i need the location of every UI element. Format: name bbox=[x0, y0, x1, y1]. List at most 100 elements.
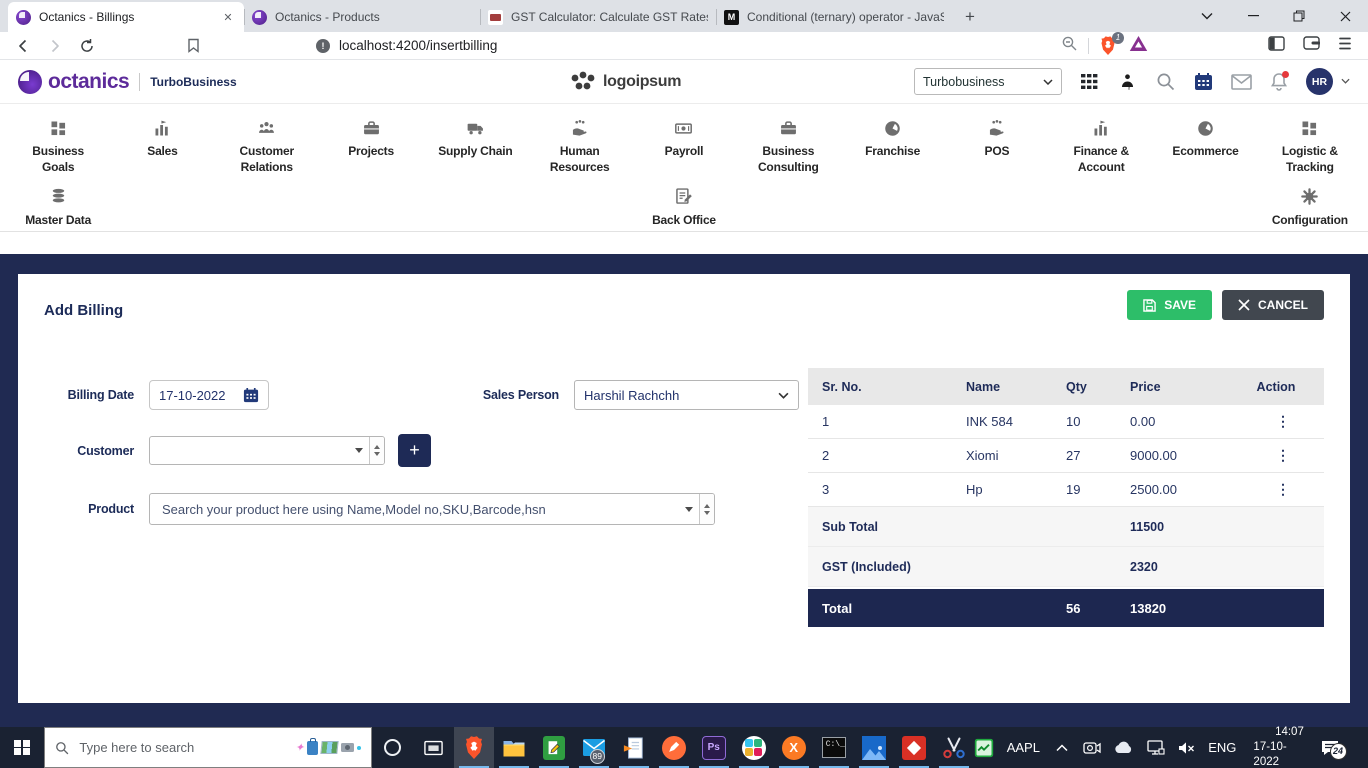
nav-item-business-consulting[interactable]: Business Consulting bbox=[736, 110, 840, 179]
notifications-bell-icon[interactable] bbox=[1268, 71, 1290, 93]
calendar-picker-icon[interactable] bbox=[243, 388, 259, 403]
browser-menu-icon[interactable] bbox=[1338, 37, 1352, 55]
col-header-sr: Sr. No. bbox=[808, 380, 966, 394]
nav-item-customer-relations[interactable]: Customer Relations bbox=[215, 110, 319, 179]
nav-item-back-office[interactable]: Back Office bbox=[632, 179, 736, 231]
taskbar-diamond-app[interactable] bbox=[894, 727, 934, 768]
nav-item-logistic-tracking[interactable]: Logistic & Tracking bbox=[1258, 110, 1362, 179]
site-info-icon[interactable]: ! bbox=[316, 39, 330, 53]
taskbar-notes[interactable] bbox=[534, 727, 574, 768]
taskbar-slack[interactable] bbox=[734, 727, 774, 768]
taskbar-brave[interactable] bbox=[454, 727, 494, 768]
nav-item-ecommerce[interactable]: Ecommerce bbox=[1153, 110, 1257, 179]
product-search-combobox[interactable] bbox=[149, 493, 715, 525]
profile-chevron-icon[interactable] bbox=[1341, 76, 1350, 87]
cancel-button[interactable]: CANCEL bbox=[1222, 290, 1324, 320]
hidden-icons-chevron[interactable] bbox=[1053, 738, 1070, 758]
close-window-button[interactable] bbox=[1322, 0, 1368, 32]
product-search-input[interactable] bbox=[150, 494, 679, 524]
brand-logo[interactable]: octanics TurboBusiness bbox=[18, 70, 237, 94]
cortana-button[interactable] bbox=[372, 727, 414, 768]
nav-item-payroll[interactable]: Payroll bbox=[632, 110, 736, 179]
taskbar-file-explorer[interactable] bbox=[494, 727, 534, 768]
taskbar-document-viewer[interactable] bbox=[614, 727, 654, 768]
nav-item-human-resources[interactable]: Human Resources bbox=[528, 110, 632, 179]
user-avatar[interactable]: HR bbox=[1306, 68, 1333, 95]
new-tab-button[interactable]: + bbox=[956, 3, 984, 31]
save-button[interactable]: SAVE bbox=[1127, 290, 1212, 320]
row-actions-menu-icon[interactable]: ⋮ bbox=[1262, 413, 1290, 429]
close-icon bbox=[1238, 299, 1250, 311]
browser-tab[interactable]: GST Calculator: Calculate GST Rates in bbox=[480, 2, 716, 32]
nav-item-pos[interactable]: POS bbox=[945, 110, 1049, 179]
billing-date-input[interactable] bbox=[159, 388, 243, 403]
taskbar-task-view[interactable] bbox=[414, 727, 454, 768]
wallet-icon[interactable] bbox=[1303, 36, 1320, 55]
back-button[interactable] bbox=[10, 34, 36, 58]
bookmark-icon[interactable] bbox=[180, 34, 206, 58]
customer-combobox[interactable] bbox=[149, 436, 385, 465]
taskbar-photoshop[interactable]: Ps bbox=[694, 727, 734, 768]
cell-name: Xiomi bbox=[966, 448, 1066, 463]
url-text[interactable]: localhost:4200/insertbilling bbox=[339, 38, 497, 53]
tab-close-icon[interactable]: ✕ bbox=[220, 9, 236, 25]
browser-tab[interactable]: Octanics - Products bbox=[244, 2, 480, 32]
nav-item-master-data[interactable]: Master Data bbox=[6, 179, 110, 231]
nav-item-franchise[interactable]: Franchise bbox=[840, 110, 944, 179]
add-customer-button[interactable]: + bbox=[398, 434, 431, 467]
calendar-icon[interactable] bbox=[1192, 71, 1214, 93]
nav-item-business-goals[interactable]: Business Goals bbox=[6, 110, 110, 179]
billing-date-field[interactable] bbox=[149, 380, 269, 410]
product-spinner[interactable] bbox=[699, 494, 714, 524]
taskbar-snipping-tool[interactable] bbox=[934, 727, 974, 768]
tab-search-chevron-icon[interactable] bbox=[1184, 0, 1230, 32]
taskbar-xampp[interactable]: X bbox=[774, 727, 814, 768]
zoom-page-icon[interactable] bbox=[1061, 35, 1078, 57]
taskbar-photos[interactable] bbox=[854, 727, 894, 768]
nav-item-finance-account[interactable]: Finance & Account bbox=[1049, 110, 1153, 179]
xampp-icon: X bbox=[781, 735, 807, 761]
taskbar-clock[interactable]: 14:07 17-10-2022 bbox=[1253, 725, 1303, 768]
diamond-app-icon bbox=[901, 735, 927, 761]
search-icon[interactable] bbox=[1154, 71, 1176, 93]
apps-grid-icon[interactable] bbox=[1078, 71, 1100, 93]
onedrive-cloud-icon[interactable] bbox=[1114, 738, 1134, 758]
notification-center[interactable]: 24 bbox=[1317, 740, 1343, 756]
nav-item-supply-chain[interactable]: Supply Chain bbox=[423, 110, 527, 179]
maximize-button[interactable] bbox=[1276, 0, 1322, 32]
help-support-icon[interactable]: ? bbox=[1116, 71, 1138, 93]
browser-tab[interactable]: MConditional (ternary) operator - JavaSc bbox=[716, 2, 952, 32]
forward-button[interactable] bbox=[42, 34, 68, 58]
brave-rewards-icon[interactable] bbox=[1129, 35, 1148, 57]
start-button[interactable] bbox=[0, 727, 44, 768]
cell-qty: 19 bbox=[1066, 482, 1130, 497]
sales-person-select[interactable]: Harshil Rachchh bbox=[574, 380, 799, 410]
language-indicator[interactable]: ENG bbox=[1208, 740, 1236, 755]
brave-shields-icon[interactable]: 1 bbox=[1099, 36, 1119, 56]
customer-spinner[interactable] bbox=[369, 437, 384, 464]
dropdown-caret-icon[interactable] bbox=[349, 437, 369, 464]
nav-item-sales[interactable]: Sales bbox=[110, 110, 214, 179]
nav-item-projects[interactable]: Projects bbox=[319, 110, 423, 179]
stocks-app-icon[interactable] bbox=[974, 738, 994, 758]
chart-icon bbox=[1091, 117, 1112, 139]
browser-tab[interactable]: Octanics - Billings✕ bbox=[8, 2, 244, 32]
minimize-button[interactable] bbox=[1230, 0, 1276, 32]
taskbar-mail[interactable]: 89 bbox=[574, 727, 614, 768]
volume-muted-icon[interactable] bbox=[1178, 738, 1195, 758]
row-actions-menu-icon[interactable]: ⋮ bbox=[1262, 481, 1290, 497]
url-field[interactable]: ! localhost:4200/insertbilling bbox=[308, 34, 1061, 58]
taskbar-terminal[interactable]: C:\_ bbox=[814, 727, 854, 768]
sidebar-icon[interactable] bbox=[1268, 36, 1285, 56]
network-icon[interactable] bbox=[1147, 738, 1165, 758]
workspace-select[interactable]: Turbobusiness bbox=[914, 68, 1062, 95]
dropdown-caret-icon[interactable] bbox=[679, 494, 699, 524]
taskbar-search[interactable]: Type here to search ✦ bbox=[44, 727, 372, 768]
taskbar-pen-tool[interactable] bbox=[654, 727, 694, 768]
reload-button[interactable] bbox=[74, 34, 100, 58]
nav-item-configuration[interactable]: Configuration bbox=[1258, 179, 1362, 231]
mail-icon[interactable] bbox=[1230, 71, 1252, 93]
stock-ticker[interactable]: AAPL bbox=[1007, 740, 1040, 755]
row-actions-menu-icon[interactable]: ⋮ bbox=[1262, 447, 1290, 463]
meet-now-icon[interactable] bbox=[1083, 738, 1101, 758]
